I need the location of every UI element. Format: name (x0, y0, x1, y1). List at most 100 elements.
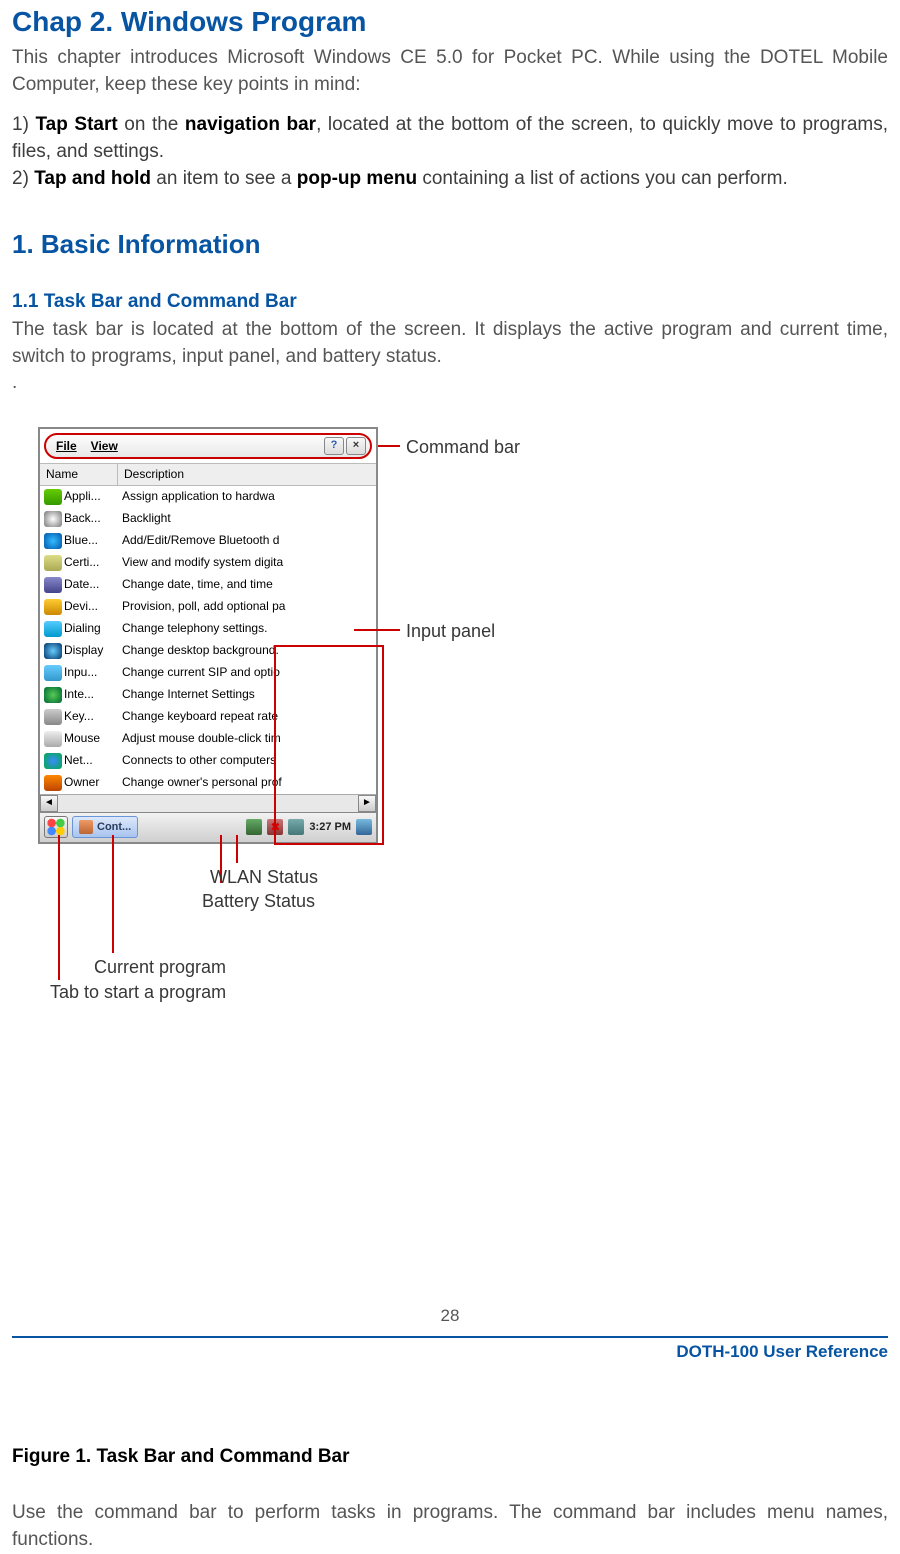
list-item[interactable]: Appli...Assign application to hardwa (40, 486, 376, 508)
ann-current-program: Current program (94, 955, 226, 980)
help-icon[interactable]: ? (324, 437, 344, 455)
list-item-name: Display (64, 642, 118, 659)
list-item[interactable]: DialingChange telephony settings. (40, 618, 376, 640)
list-item[interactable]: Blue...Add/Edit/Remove Bluetooth d (40, 530, 376, 552)
list-item-desc: Change date, time, and time (118, 576, 376, 593)
start-button-icon[interactable] (44, 816, 68, 838)
list-item-icon (44, 643, 62, 659)
scroll-right-icon[interactable]: ► (358, 795, 376, 812)
ann-battery-status: Battery Status (202, 889, 315, 914)
list-item-name: Net... (64, 752, 118, 769)
list-item[interactable]: Date...Change date, time, and time (40, 574, 376, 596)
clock[interactable]: 3:27 PM (309, 820, 351, 835)
chapter-title: Chap 2. Windows Program (12, 2, 888, 41)
list-item-icon (44, 687, 62, 703)
command-bar[interactable]: File View ? × (44, 433, 372, 459)
list-item[interactable]: Key...Change keyboard repeat rate (40, 706, 376, 728)
list-item-icon (44, 577, 62, 593)
h-scrollbar[interactable]: ◄ ► (40, 794, 376, 812)
list-item[interactable]: Back...Backlight (40, 508, 376, 530)
list-item[interactable]: Inte...Change Internet Settings (40, 684, 376, 706)
list-item-icon (44, 731, 62, 747)
taskbar-program-label: Cont... (97, 820, 131, 835)
ann-tab-start: Tab to start a program (50, 980, 226, 1005)
list-item-name: Inpu... (64, 664, 118, 681)
callout-line (378, 445, 400, 447)
list-item-name: Date... (64, 576, 118, 593)
heading-taskbar-cmdbar: 1.1 Task Bar and Command Bar (12, 289, 888, 316)
close-icon[interactable]: × (346, 437, 366, 455)
list-item[interactable]: Certi...View and modify system digita (40, 552, 376, 574)
stray-dot: . (12, 370, 888, 397)
li2-prefix: 2) (12, 168, 34, 189)
list-item-desc: Connects to other computers (118, 752, 376, 769)
intro-paragraph: This chapter introduces Microsoft Window… (12, 45, 888, 98)
list-item[interactable]: DisplayChange desktop background. (40, 640, 376, 662)
page-number: 28 (0, 1304, 900, 1328)
list-item-2: 2) Tap and hold an item to see a pop-up … (12, 166, 888, 193)
list-item-name: Dialing (64, 620, 118, 637)
list-item[interactable]: Net...Connects to other computers (40, 750, 376, 772)
list-item-desc: View and modify system digita (118, 554, 376, 571)
list-item-desc: Assign application to hardwa (118, 488, 376, 505)
list-item-name: Key... (64, 708, 118, 725)
list-item-icon (44, 665, 62, 681)
battery-status-icon[interactable] (267, 819, 283, 835)
task-bar: Cont... 3:27 PM (40, 812, 376, 842)
list-item[interactable]: Inpu...Change current SIP and optio (40, 662, 376, 684)
help-glyph: ? (331, 438, 338, 453)
ann-wlan-status: WLAN Status (210, 865, 318, 890)
ann-input-panel: Input panel (406, 619, 495, 644)
li1-mid: on the (118, 114, 185, 135)
menu-view[interactable]: View (85, 438, 124, 455)
menu-file[interactable]: File (50, 438, 83, 455)
heading-basic-info: 1. Basic Information (12, 226, 888, 262)
taskbar-program-button[interactable]: Cont... (72, 816, 138, 838)
list-item-icon (44, 555, 62, 571)
list-item-icon (44, 533, 62, 549)
para-taskbar: The task bar is located at the bottom of… (12, 317, 888, 370)
ann-command-bar: Command bar (406, 435, 520, 460)
list-item-desc: Change desktop background. (118, 642, 376, 659)
wlan-status-icon[interactable] (288, 819, 304, 835)
list-item-icon (44, 511, 62, 527)
list-item-name: Back... (64, 510, 118, 527)
li2-mid: an item to see a (151, 168, 297, 189)
footer-text: DOTH-100 User Reference (676, 1340, 888, 1364)
list-item-name: Certi... (64, 554, 118, 571)
list-item[interactable]: MouseAdjust mouse double-click tim (40, 728, 376, 750)
li2-bold-taphold: Tap and hold (34, 168, 151, 189)
list-item-icon (44, 775, 62, 791)
list-item-desc: Provision, poll, add optional pa (118, 598, 376, 615)
list-item-desc: Change owner's personal prof (118, 774, 376, 791)
list-item-desc: Adjust mouse double-click tim (118, 730, 376, 747)
list-item[interactable]: Devi...Provision, poll, add optional pa (40, 596, 376, 618)
list-item-desc: Backlight (118, 510, 376, 527)
scroll-track[interactable] (58, 795, 358, 812)
list-item-icon (44, 599, 62, 615)
screenshot-wrap: File View ? × Name Description Appli...A… (38, 427, 378, 844)
list-item[interactable]: OwnerChange owner's personal prof (40, 772, 376, 794)
show-desktop-icon[interactable] (356, 819, 372, 835)
list-item-icon (44, 489, 62, 505)
list-item-name: Inte... (64, 686, 118, 703)
list-item-desc: Change telephony settings. (118, 620, 376, 637)
col-name[interactable]: Name (40, 464, 118, 485)
list-item-desc: Add/Edit/Remove Bluetooth d (118, 532, 376, 549)
li2-bold-popup: pop-up menu (297, 168, 417, 189)
callout-line (58, 835, 60, 980)
figure-caption: Figure 1. Task Bar and Command Bar (12, 1444, 888, 1471)
list-item-name: Appli... (64, 488, 118, 505)
tray-icon-1[interactable] (246, 819, 262, 835)
li1-bold-tap-start: Tap Start (35, 114, 117, 135)
list-item-icon (44, 753, 62, 769)
callout-line (236, 835, 238, 863)
scroll-left-icon[interactable]: ◄ (40, 795, 58, 812)
list-item-desc: Change Internet Settings (118, 686, 376, 703)
screenshot: File View ? × Name Description Appli...A… (38, 427, 378, 844)
column-headers: Name Description (40, 463, 376, 486)
list-item-name: Owner (64, 774, 118, 791)
callout-line (112, 835, 114, 953)
col-description[interactable]: Description (118, 464, 376, 485)
list-rows: Appli...Assign application to hardwaBack… (40, 486, 376, 794)
